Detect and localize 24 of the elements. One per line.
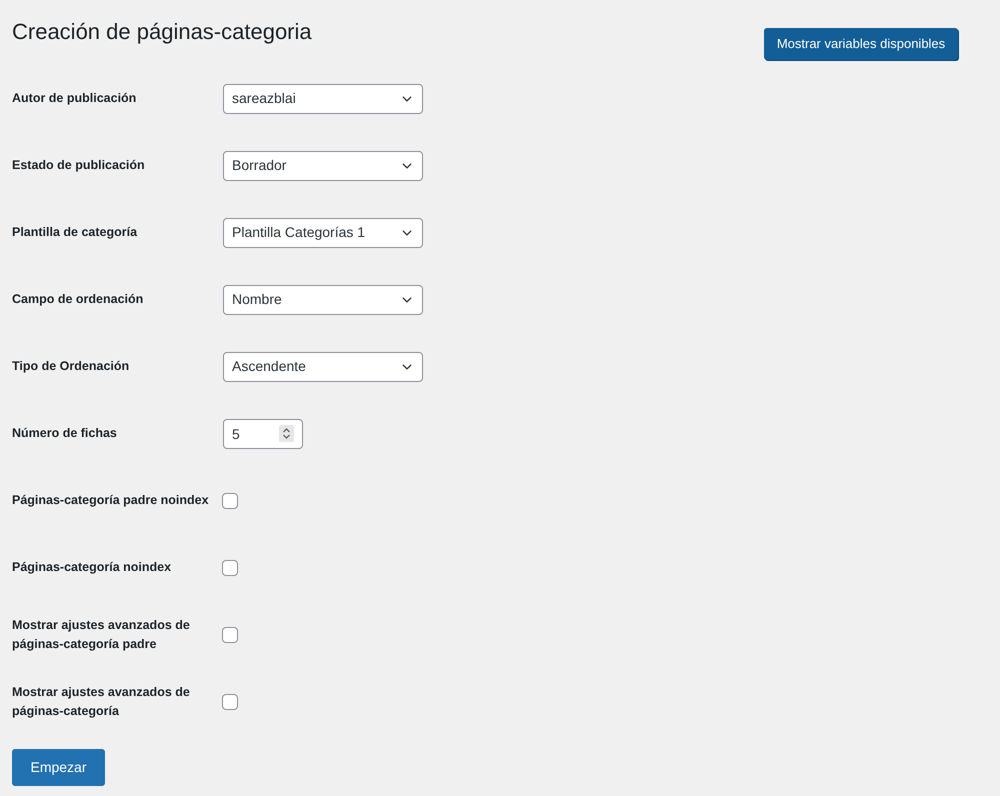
field-label: Tipo de Ordenación xyxy=(12,358,130,375)
show-variables-button[interactable]: Mostrar variables disponibles xyxy=(764,28,958,60)
dropdown[interactable]: Nombre xyxy=(223,284,423,314)
checkbox[interactable] xyxy=(222,694,238,710)
field-label: Páginas-categoría noindex xyxy=(12,559,172,576)
number-field[interactable]: 5 xyxy=(223,418,303,448)
checkbox[interactable] xyxy=(222,560,238,576)
start-button[interactable]: Empezar xyxy=(12,749,105,786)
checkbox[interactable] xyxy=(222,492,238,508)
field-label: Páginas-categoría padre noindex xyxy=(12,492,210,509)
field-label: Estado de publicación xyxy=(12,157,146,174)
field-label: Mostrar ajustes avanzados de páginas-categoría xyxy=(12,684,191,720)
field-label: Campo de ordenación xyxy=(12,291,144,308)
dropdown[interactable]: sareazblai xyxy=(223,84,423,114)
field-label: Mostrar ajustes avanzados de páginas-categoría padre xyxy=(12,616,191,653)
page-title: Creación de páginas-categoria xyxy=(12,19,312,45)
dropdown[interactable]: Plantilla Categorías 1 xyxy=(223,218,423,248)
dropdown[interactable]: Ascendente xyxy=(223,352,423,382)
spinner-icon[interactable] xyxy=(279,424,294,442)
field-label: Autor de publicación xyxy=(12,90,138,107)
checkbox[interactable] xyxy=(222,626,238,642)
dropdown[interactable]: Borrador xyxy=(223,150,423,180)
field-label: Número de fichas xyxy=(12,425,118,442)
field-label: Plantilla de categoría xyxy=(12,224,138,241)
